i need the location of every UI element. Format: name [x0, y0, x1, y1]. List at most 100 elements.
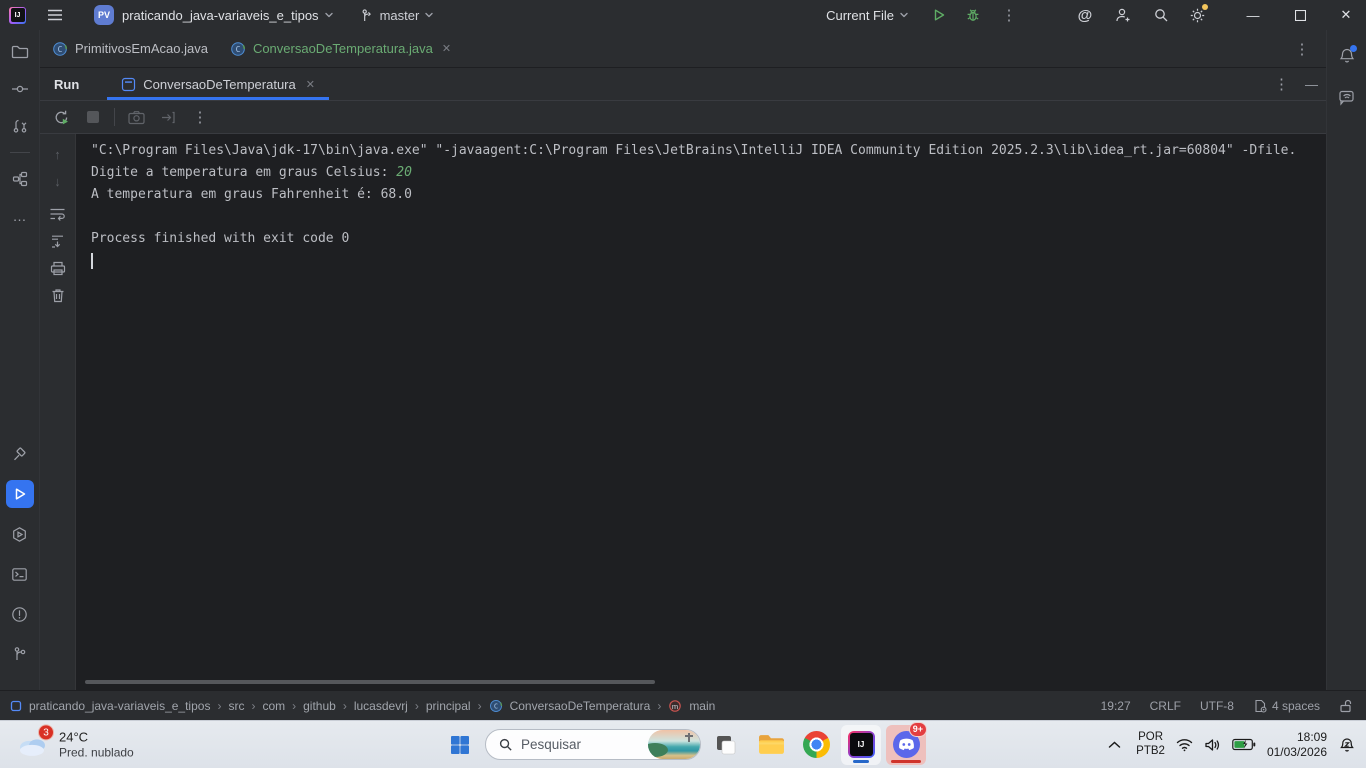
chrome-icon: [803, 731, 830, 758]
rerun-button[interactable]: [48, 104, 74, 130]
debug-button[interactable]: [959, 1, 987, 29]
breadcrumb: praticando_java-variaveis_e_tipos › src …: [10, 699, 715, 713]
start-button[interactable]: [440, 725, 480, 765]
structure-tool-button[interactable]: [6, 165, 34, 193]
breadcrumb-item[interactable]: com: [262, 699, 285, 713]
prev-occurrence-button[interactable]: ↑: [46, 142, 70, 166]
taskbar-weather-widget[interactable]: 3 24°C Pred. nublado: [16, 729, 134, 760]
run-tab-icon: [121, 77, 136, 92]
git-branch-widget[interactable]: master: [360, 8, 440, 23]
attention-indicator: [891, 760, 921, 763]
wifi-button[interactable]: [1176, 738, 1193, 752]
discord-taskbar-button[interactable]: 9+: [886, 725, 926, 765]
project-chevron-down-icon[interactable]: [324, 10, 334, 20]
run-window-title[interactable]: Run: [54, 77, 79, 92]
tray-overflow-button[interactable]: [1104, 741, 1125, 749]
notifications-button[interactable]: [1333, 42, 1361, 70]
language-switcher[interactable]: POR PTB2: [1136, 731, 1165, 759]
problems-tool-button[interactable]: [6, 600, 34, 628]
run-configuration-label[interactable]: Current File: [826, 8, 894, 23]
window-maximize-button[interactable]: [1280, 0, 1320, 30]
project-tool-button[interactable]: [6, 38, 34, 66]
breadcrumb-item[interactable]: src: [228, 699, 244, 713]
soft-wrap-button[interactable]: [46, 202, 70, 226]
readonly-toggle[interactable]: [1339, 699, 1352, 713]
project-avatar[interactable]: PV: [94, 5, 114, 25]
file-encoding[interactable]: UTF-8: [1200, 699, 1234, 713]
settings-button[interactable]: [1183, 1, 1211, 29]
volume-button[interactable]: [1204, 738, 1221, 752]
run-tool-button[interactable]: [6, 480, 34, 508]
window-minimize-button[interactable]: —: [1233, 0, 1273, 30]
taskbar-clock[interactable]: 18:09 01/03/2026: [1267, 730, 1327, 760]
task-view-button[interactable]: [706, 725, 746, 765]
breadcrumb-separator: ›: [292, 699, 296, 713]
branch-chevron-down-icon[interactable]: [424, 10, 439, 20]
branch-name[interactable]: master: [380, 8, 420, 23]
notification-badge: [1350, 45, 1357, 52]
services-tool-button[interactable]: [6, 520, 34, 548]
console-options-button[interactable]: ⋮: [187, 104, 213, 130]
run-button[interactable]: [925, 1, 953, 29]
project-name[interactable]: praticando_java-variaveis_e_tipos: [122, 8, 319, 23]
cursor-position[interactable]: 19:27: [1101, 699, 1131, 713]
scroll-to-end-button[interactable]: [46, 229, 70, 253]
next-occurrence-button[interactable]: ↓: [46, 169, 70, 193]
file-explorer-button[interactable]: [751, 725, 791, 765]
project-crumb-icon: [10, 700, 22, 712]
search-input[interactable]: [521, 737, 621, 752]
search-highlight-image[interactable]: [648, 730, 700, 759]
code-with-me-button[interactable]: [1109, 1, 1137, 29]
version-control-tool-button[interactable]: [6, 640, 34, 668]
hide-tool-window-button[interactable]: —: [1305, 77, 1318, 92]
tab-conversao-de-temperatura[interactable]: C ConversaoDeTemperatura.java ✕: [220, 30, 461, 67]
breadcrumb-item[interactable]: praticando_java-variaveis_e_tipos: [29, 699, 210, 713]
taskbar-search[interactable]: [485, 729, 701, 760]
clear-console-button[interactable]: [46, 283, 70, 307]
minimize-icon: —: [1247, 8, 1260, 23]
more-tools-button[interactable]: …: [6, 202, 34, 230]
ai-assistant-button[interactable]: @: [1071, 1, 1099, 29]
console-blank-line: [91, 206, 1326, 228]
indent-setting[interactable]: 4 spaces: [1253, 699, 1320, 713]
run-tab-conversao-de-temperatura[interactable]: ConversaoDeTemperatura ✕: [107, 68, 329, 100]
intellij-taskbar-button[interactable]: IJ: [841, 725, 881, 765]
run-window-options-button[interactable]: ⋮: [1274, 75, 1289, 93]
window-close-button[interactable]: ✕: [1326, 0, 1366, 30]
tab-options-button[interactable]: ⋮: [1288, 35, 1316, 63]
capture-snapshot-button[interactable]: [123, 104, 149, 130]
run-configuration-selector[interactable]: Current File: [826, 8, 909, 23]
problems-icon: [11, 606, 28, 623]
build-tool-button[interactable]: [6, 440, 34, 468]
search-everywhere-button[interactable]: [1147, 1, 1175, 29]
terminal-tool-button[interactable]: [6, 560, 34, 588]
stop-button[interactable]: [80, 104, 106, 130]
breadcrumb-item[interactable]: principal: [426, 699, 471, 713]
run-console[interactable]: "C:\Program Files\Java\jdk-17\bin\java.e…: [76, 134, 1326, 690]
notification-center-button[interactable]: [1338, 736, 1356, 754]
breadcrumb-item[interactable]: main: [689, 699, 715, 713]
run-config-chevron-down-icon[interactable]: [899, 10, 909, 20]
tab-close-icon[interactable]: ✕: [442, 42, 451, 55]
exit-process-button[interactable]: [155, 104, 181, 130]
more-actions-button[interactable]: ⋮: [995, 1, 1023, 29]
battery-charging-icon: [1232, 738, 1256, 751]
chrome-button[interactable]: [796, 725, 836, 765]
run-tab-close-icon[interactable]: ✕: [306, 78, 315, 91]
tab-primitivos-em-acao[interactable]: C PrimitivosEmAcao.java: [42, 30, 218, 67]
ai-chat-button[interactable]: [1333, 83, 1361, 111]
pull-requests-tool-button[interactable]: [6, 112, 34, 140]
console-command-line: "C:\Program Files\Java\jdk-17\bin\java.e…: [91, 140, 1326, 162]
weather-temperature: 24°C: [59, 729, 134, 745]
main-menu-button[interactable]: [42, 2, 68, 28]
toolbar-divider: [114, 108, 115, 126]
stop-icon: [86, 110, 100, 124]
console-horizontal-scrollbar[interactable]: [85, 680, 655, 684]
commit-tool-button[interactable]: [6, 75, 34, 103]
print-button[interactable]: [46, 256, 70, 280]
line-separator[interactable]: CRLF: [1150, 699, 1181, 713]
battery-button[interactable]: [1232, 738, 1256, 751]
breadcrumb-item[interactable]: ConversaoDeTemperatura: [510, 699, 651, 713]
breadcrumb-item[interactable]: lucasdevrj: [354, 699, 408, 713]
breadcrumb-item[interactable]: github: [303, 699, 336, 713]
